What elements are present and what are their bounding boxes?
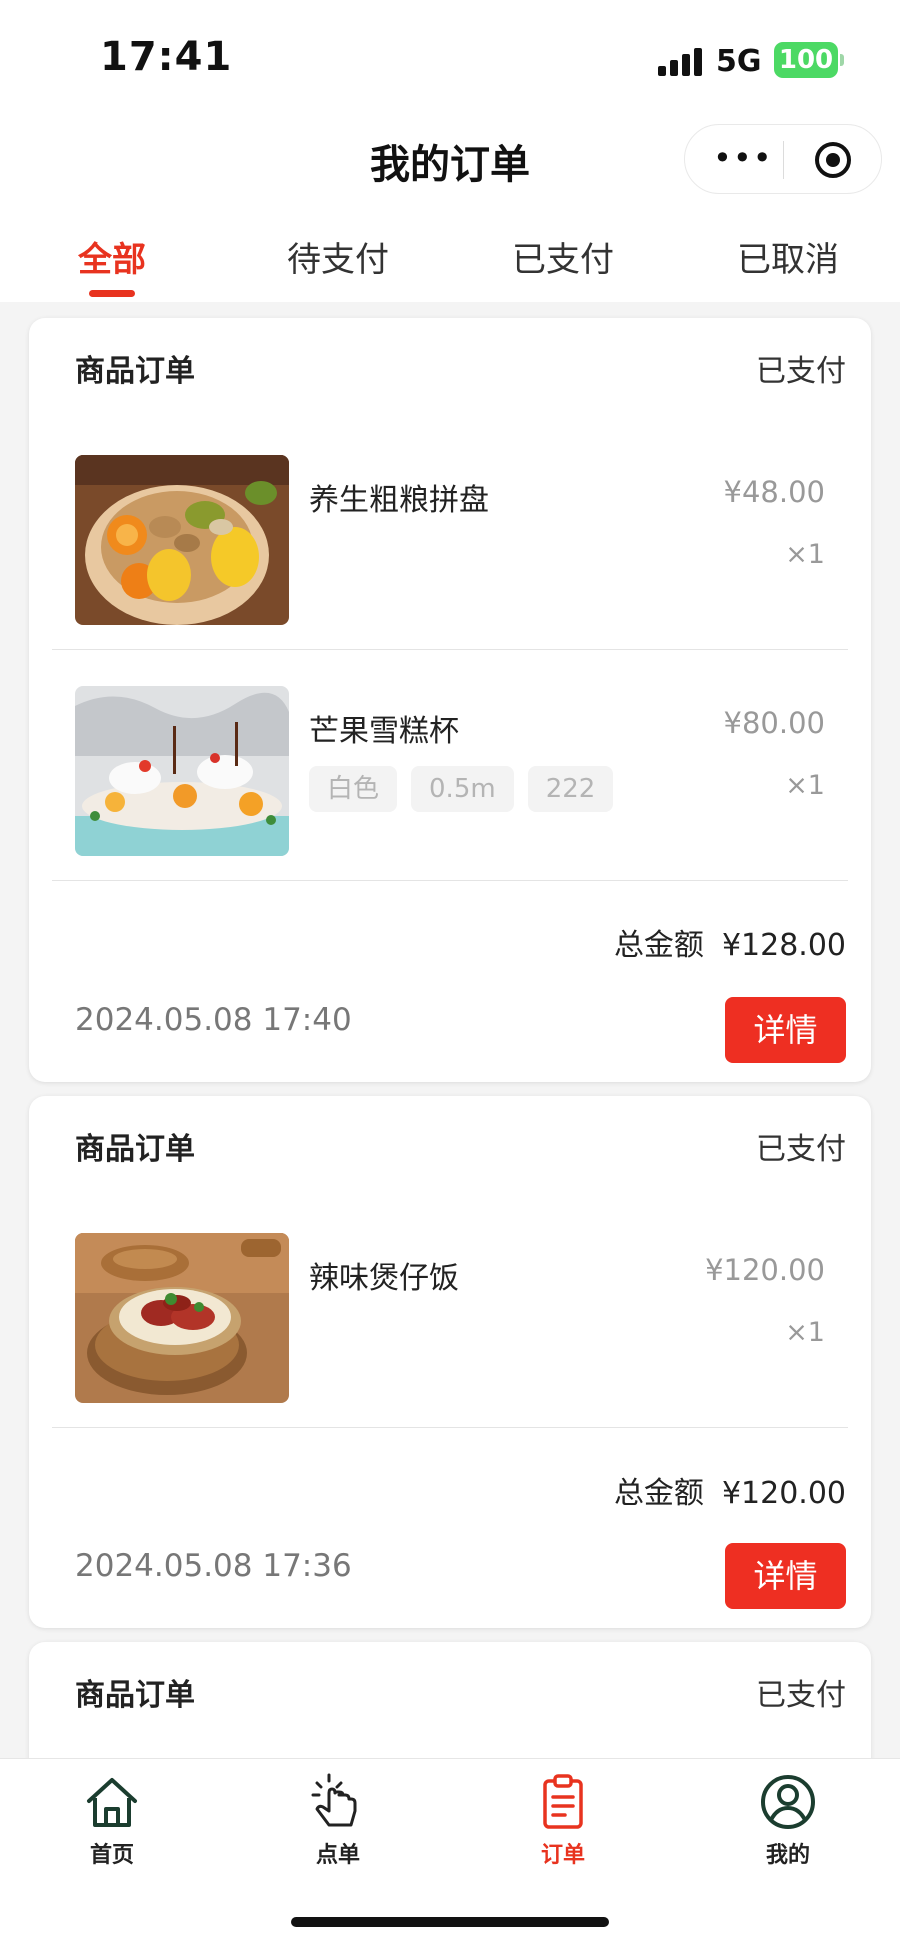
spec-tags: 白色 0.5m 222: [309, 766, 627, 814]
order-total: 总金额 ¥128.00: [614, 920, 846, 964]
order-status: 已支付: [756, 1132, 846, 1167]
tabbar-label: 我的: [765, 1843, 810, 1868]
home-indicator: [291, 1917, 609, 1927]
item-price: ¥80.00: [723, 706, 825, 740]
product-image-mango-dessert: [75, 686, 289, 856]
item-divider: [52, 649, 848, 650]
total-amount: ¥120.00: [721, 1476, 846, 1511]
product-image-claypot-rice: [75, 1233, 289, 1403]
item-name: 芒果雪糕杯: [309, 714, 459, 749]
signal-icon: [658, 48, 704, 76]
item-price: ¥120.00: [705, 1253, 825, 1287]
tabbar-item-profile[interactable]: 我的: [728, 1771, 848, 1869]
order-card-header: 商品订单 已支付: [29, 318, 871, 408]
order-type: 商品订单: [75, 1678, 195, 1713]
item-price: ¥48.00: [723, 475, 825, 509]
item-name: 辣味煲仔饭: [309, 1261, 459, 1296]
order-item[interactable]: 养生粗粮拼盘 ¥48.00 ×1: [29, 455, 871, 685]
order-item[interactable]: 芒果雪糕杯 白色 0.5m 222 ¥80.00 ×1: [29, 686, 871, 916]
order-time: 2024.05.08 17:40: [75, 1002, 352, 1038]
total-label: 总金额: [613, 1476, 704, 1511]
order-type: 商品订单: [75, 1132, 195, 1167]
tabbar-label: 订单: [540, 1843, 585, 1868]
tab-paid[interactable]: 已支付: [483, 232, 643, 281]
item-name: 养生粗粮拼盘: [309, 483, 489, 518]
detail-button[interactable]: 详情: [725, 1543, 846, 1609]
order-card: 商品订单 已支付 养生粗粮拼盘 ¥48.00 ×1 芒果雪糕杯 白色 0.5m …: [29, 318, 871, 1082]
network-type: 5G: [716, 44, 762, 79]
clipboard-icon: [543, 1774, 583, 1829]
tabbar-item-home[interactable]: 首页: [52, 1771, 172, 1869]
order-card: 商品订单 已支付 辣味煲仔饭 ¥120.00 ×1 总金额 ¥120.00 20…: [29, 1096, 871, 1628]
more-icon[interactable]: •••: [713, 139, 773, 177]
order-card-header: 商品订单 已支付: [29, 1642, 871, 1732]
total-label: 总金额: [613, 928, 704, 963]
spec-tag: 白色: [309, 766, 398, 812]
spec-tag: 222: [527, 766, 614, 812]
battery-icon: 100: [774, 42, 844, 78]
order-status: 已支付: [756, 1678, 846, 1713]
order-item[interactable]: 辣味煲仔饭 ¥120.00 ×1: [29, 1233, 871, 1463]
tab-all[interactable]: 全部: [32, 232, 192, 281]
item-divider: [52, 880, 848, 881]
active-tab-indicator: [89, 290, 135, 297]
status-time: 17:41: [100, 34, 233, 80]
tabbar-label: 首页: [89, 1843, 134, 1868]
item-quantity: ×1: [785, 1317, 825, 1348]
spec-tag: 0.5m: [411, 766, 514, 812]
record-icon[interactable]: [815, 142, 851, 178]
capsule-divider: [783, 141, 784, 179]
tabbar-label: 点单: [315, 1843, 360, 1868]
top-header: 17:41 5G 100 我的订单 ••• 全部 待支付 已支付 已取消: [0, 0, 900, 302]
product-image-steamer-platter: [75, 455, 289, 625]
total-amount: ¥128.00: [721, 928, 846, 963]
mini-program-capsule: •••: [684, 124, 882, 194]
order-total: 总金额 ¥120.00: [614, 1468, 846, 1512]
order-card-header: 商品订单 已支付: [29, 1096, 871, 1186]
item-quantity: ×1: [785, 539, 825, 570]
tabbar-item-orders[interactable]: 订单: [503, 1771, 623, 1869]
status-bar: 17:41 5G 100: [0, 0, 900, 120]
order-tabs: 全部 待支付 已支付 已取消: [0, 226, 900, 302]
home-icon: [87, 1778, 137, 1827]
order-status: 已支付: [756, 354, 846, 389]
tab-pending-payment[interactable]: 待支付: [258, 232, 418, 281]
detail-button[interactable]: 详情: [725, 997, 846, 1063]
tap-hand-icon: [311, 1773, 357, 1827]
tab-cancelled[interactable]: 已取消: [708, 232, 868, 281]
order-time: 2024.05.08 17:36: [75, 1548, 352, 1584]
tabbar-item-order-food[interactable]: 点单: [278, 1771, 398, 1869]
item-quantity: ×1: [785, 770, 825, 801]
order-type: 商品订单: [75, 354, 195, 389]
user-icon: [761, 1775, 815, 1829]
item-divider: [52, 1427, 848, 1428]
